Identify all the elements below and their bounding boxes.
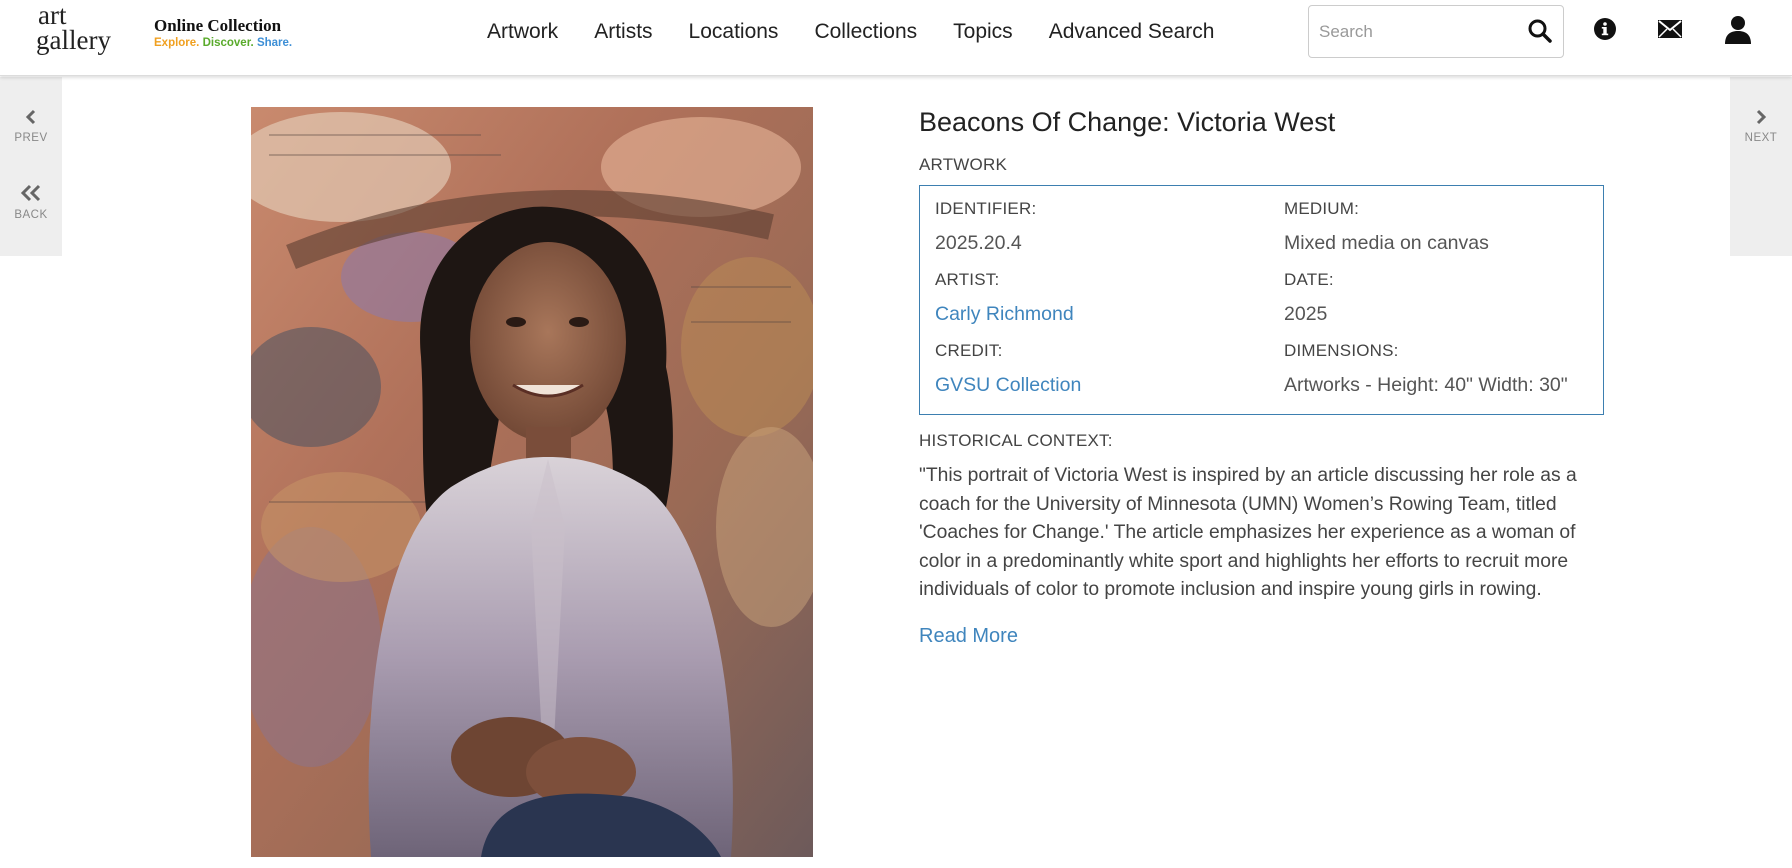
dimensions-field: DIMENSIONS: Artworks - Height: 40" Width…: [1284, 341, 1568, 398]
main-nav: Artwork Artists Locations Collections To…: [487, 18, 1214, 46]
nav-collections[interactable]: Collections: [814, 18, 917, 46]
metadata-box: IDENTIFIER: 2025.20.4 MEDIUM: Mixed medi…: [919, 185, 1604, 415]
tagline: Online Collection Explore. Discover. Sha…: [154, 16, 292, 50]
nav-locations[interactable]: Locations: [689, 18, 779, 46]
historical-context-text: "This portrait of Victoria West is inspi…: [919, 465, 1577, 601]
object-type: ARTWORK: [919, 155, 1007, 174]
user-icon: [1725, 16, 1751, 44]
artwork-image[interactable]: [251, 107, 813, 857]
nav-advanced-search[interactable]: Advanced Search: [1049, 18, 1215, 46]
date-field: DATE: 2025: [1284, 270, 1334, 327]
back-button[interactable]: BACK: [0, 184, 62, 221]
tagline-discover: Discover.: [202, 37, 254, 49]
identifier-field: IDENTIFIER: 2025.20.4: [935, 199, 1036, 256]
medium-value: Mixed media on canvas: [1284, 232, 1489, 254]
historical-context-label: HISTORICAL CONTEXT:: [919, 431, 1113, 450]
search-button[interactable]: [1527, 18, 1555, 46]
nav-artists[interactable]: Artists: [594, 18, 652, 46]
contact-button[interactable]: [1654, 13, 1686, 45]
search-input[interactable]: [1319, 18, 1519, 46]
medium-label: MEDIUM:: [1284, 199, 1360, 218]
portrait-painting: [251, 107, 813, 857]
credit-link[interactable]: GVSU Collection: [935, 372, 1081, 398]
tagline-title: Online Collection: [154, 16, 282, 35]
artist-label: ARTIST:: [935, 270, 1000, 289]
chevron-left-icon: [25, 109, 36, 125]
date-value: 2025: [1284, 303, 1328, 325]
account-button[interactable]: [1722, 13, 1754, 45]
info-button[interactable]: [1589, 13, 1621, 45]
side-nav-left: PREV BACK: [0, 77, 62, 256]
tagline-explore: Explore.: [154, 37, 200, 49]
next-button[interactable]: NEXT: [1730, 109, 1792, 144]
logo-line-2: gallery: [36, 25, 111, 55]
nav-artwork[interactable]: Artwork: [487, 18, 558, 46]
search-icon: [1528, 19, 1552, 43]
artist-link[interactable]: Carly Richmond: [935, 301, 1074, 327]
identifier-value: 2025.20.4: [935, 232, 1022, 254]
artwork-details: Beacons Of Change: Victoria West ARTWORK…: [919, 105, 1604, 649]
prev-label: PREV: [14, 132, 48, 144]
credit-field: CREDIT: GVSU Collection: [935, 341, 1081, 398]
side-nav-right: NEXT: [1730, 77, 1792, 256]
read-more-link[interactable]: Read More: [919, 623, 1018, 649]
credit-label: CREDIT:: [935, 341, 1003, 360]
site-logo[interactable]: art gallery: [36, 2, 111, 55]
identifier-label: IDENTIFIER:: [935, 199, 1037, 218]
prev-button[interactable]: PREV: [0, 109, 62, 144]
medium-field: MEDIUM: Mixed media on canvas: [1284, 199, 1489, 256]
mail-icon: [1658, 20, 1682, 38]
dimensions-value: Artworks - Height: 40" Width: 30": [1284, 374, 1568, 396]
nav-topics[interactable]: Topics: [953, 18, 1013, 46]
next-label: NEXT: [1744, 132, 1778, 144]
chevron-right-icon: [1756, 109, 1767, 125]
info-icon: [1594, 18, 1616, 40]
tagline-subtitle: Explore. Discover. Share.: [154, 36, 292, 50]
search-box: [1308, 5, 1564, 58]
artist-field: ARTIST: Carly Richmond: [935, 270, 1074, 327]
dimensions-label: DIMENSIONS:: [1284, 341, 1399, 360]
tagline-share: Share.: [256, 37, 293, 49]
double-chevron-left-icon: [20, 184, 41, 202]
date-label: DATE:: [1284, 270, 1334, 289]
artwork-title: Beacons Of Change: Victoria West: [919, 107, 1336, 137]
back-label: BACK: [14, 209, 48, 221]
site-header: art gallery Online Collection Explore. D…: [0, 0, 1792, 76]
